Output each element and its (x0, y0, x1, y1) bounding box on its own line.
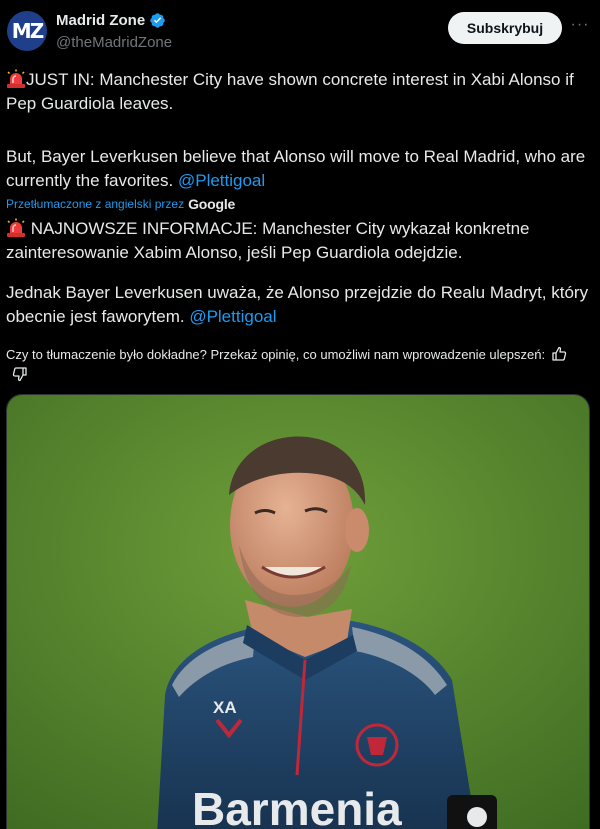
photo-illustration: XA Barmenia (7, 395, 589, 829)
tweet-original-paragraph-1: JUST IN: Manchester City have shown conc… (6, 68, 591, 116)
tweet-original-line-1: JUST IN: Manchester City have shown conc… (6, 70, 574, 113)
tweet-translated-paragraph-1: NAJNOWSZE INFORMACJE: Manchester City wy… (6, 217, 591, 265)
shirt-sponsor-text: Barmenia (192, 783, 402, 829)
verified-badge-icon (150, 13, 165, 28)
google-logo: Google (188, 196, 236, 212)
translation-feedback: Czy to tłumaczenie było dokładne? Przeka… (6, 345, 576, 385)
avatar[interactable]: MZ (7, 11, 47, 51)
thumbs-down-icon[interactable] (12, 366, 28, 382)
display-name[interactable]: Madrid Zone (56, 12, 145, 29)
tweet-original-paragraph-2: But, Bayer Leverkusen believe that Alons… (6, 145, 591, 193)
name-row: Madrid Zone (56, 12, 166, 29)
siren-icon (7, 69, 25, 88)
translated-by[interactable]: Przetłumaczone z angielski przez Google (6, 196, 235, 212)
tweet-photo[interactable]: XA Barmenia (6, 394, 590, 829)
thumbs-up-icon[interactable] (551, 346, 567, 362)
tweet-translated-line-1: NAJNOWSZE INFORMACJE: Manchester City wy… (6, 219, 530, 262)
subscribe-button[interactable]: Subskrybuj (448, 12, 562, 44)
handle[interactable]: @theMadridZone (56, 34, 172, 51)
siren-icon (7, 218, 25, 237)
tweet-original-line-2: But, Bayer Leverkusen believe that Alons… (6, 147, 586, 190)
tweet-translated-line-2: Jednak Bayer Leverkusen uważa, że Alonso… (6, 283, 589, 326)
mention-link[interactable]: @Plettigoal (189, 307, 276, 326)
tweet-translated-paragraph-2: Jednak Bayer Leverkusen uważa, że Alonso… (6, 281, 591, 329)
shirt-initials: XA (213, 698, 237, 717)
more-options-icon[interactable]: ··· (568, 17, 592, 39)
translated-by-label: Przetłumaczone z angielski przez (6, 197, 185, 211)
feedback-prompt: Czy to tłumaczenie było dokładne? Przeka… (6, 347, 546, 362)
avatar-logo-text: MZ (11, 19, 44, 43)
tweet: MZ Madrid Zone @theMadridZone Subskrybuj… (0, 0, 600, 829)
mention-link[interactable]: @Plettigoal (178, 171, 265, 190)
